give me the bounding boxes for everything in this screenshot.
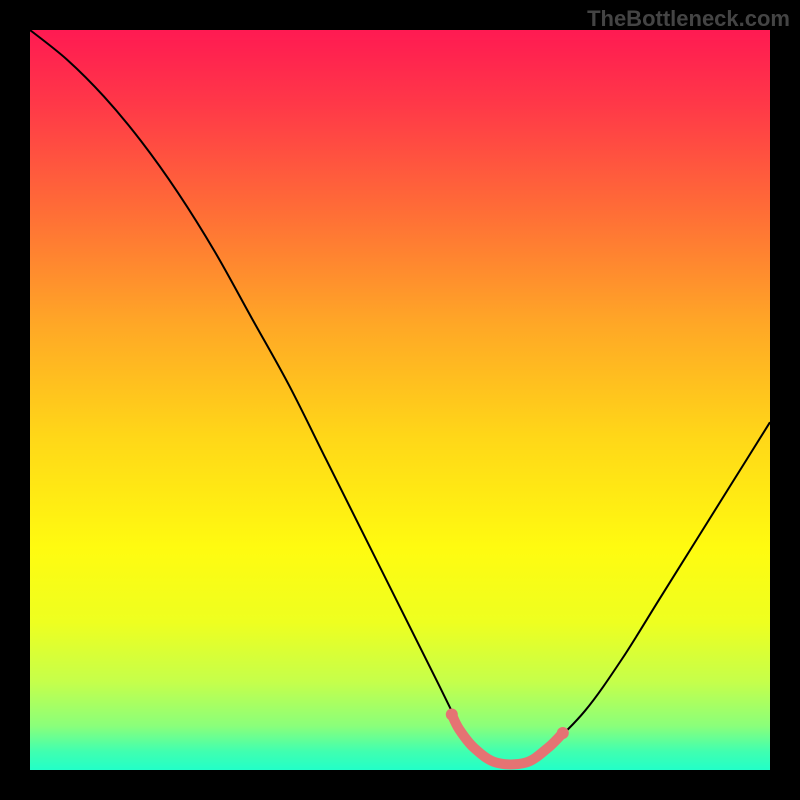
watermark-text: TheBottleneck.com xyxy=(587,6,790,32)
chart-svg xyxy=(0,0,800,800)
chart-container: TheBottleneck.com xyxy=(0,0,800,800)
